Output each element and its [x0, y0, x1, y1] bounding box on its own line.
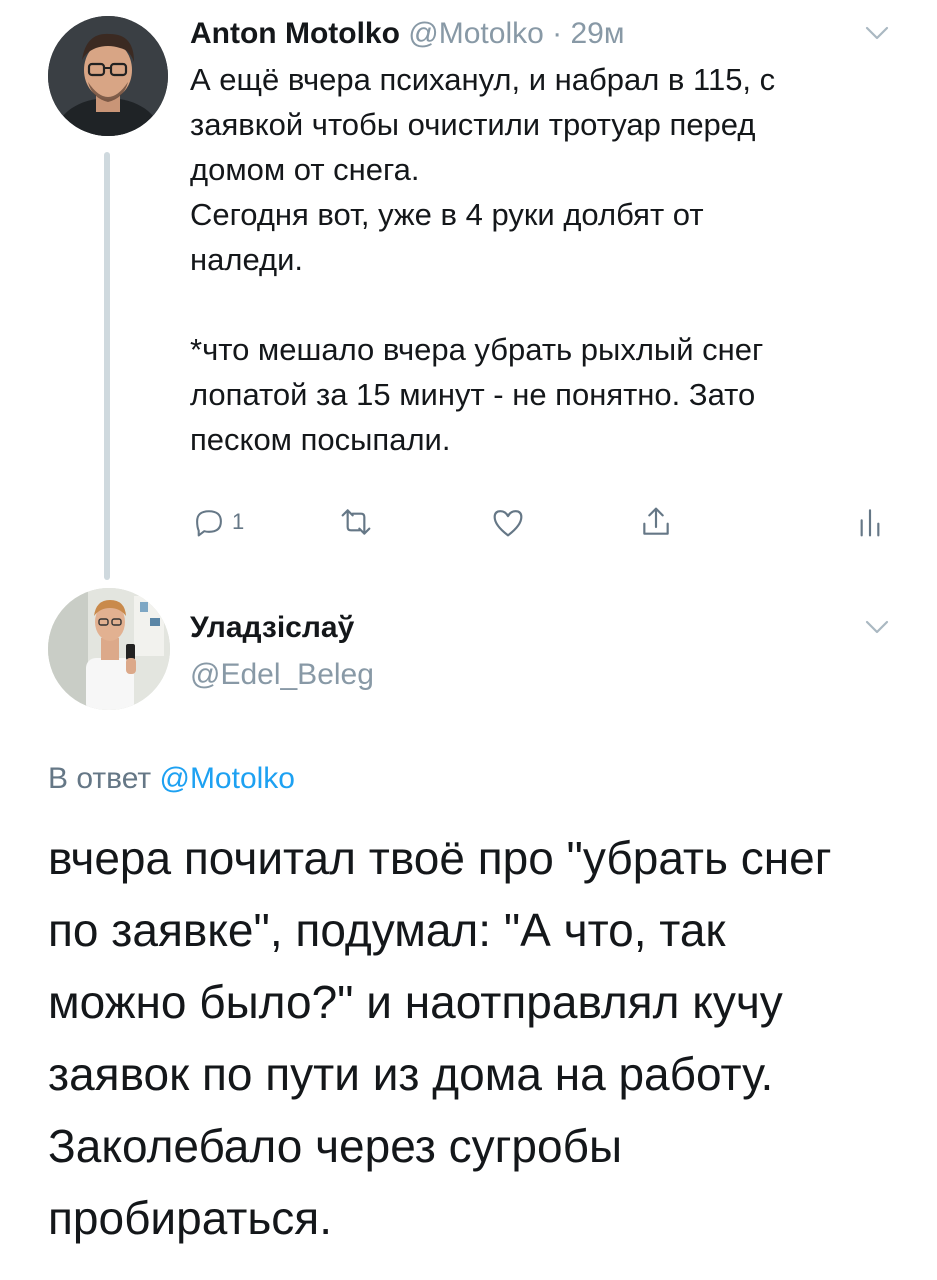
tweet-text-line: Заколебало через сугробы: [48, 1120, 623, 1172]
analytics-icon: [860, 509, 880, 537]
tweet-text-line: заявок по пути из дома на работу.: [48, 1048, 774, 1100]
author-name[interactable]: Уладзіслаў: [190, 608, 354, 648]
tweet-text-line: пробираться.: [48, 1192, 332, 1244]
tweet-text-line: А ещё вчера психанул, и набрал в 115, с: [190, 62, 776, 97]
tweet-text: А ещё вчера психанул, и набрал в 115, с …: [190, 57, 910, 462]
tweet-text-line: по заявке", подумал: "А что, так: [48, 904, 726, 956]
retweet-icon: [341, 509, 371, 535]
tweet-note-line: песком посыпали.: [190, 422, 451, 457]
retweet-button[interactable]: [336, 498, 376, 546]
like-button[interactable]: [488, 498, 528, 546]
tweet-header: Anton Motolko @Motolko · 29м: [190, 14, 624, 54]
tweet-text-line: вчера почитал твоё про "убрать снег: [48, 832, 832, 884]
analytics-button[interactable]: [852, 498, 888, 546]
author-handle-time[interactable]: @Motolko · 29м: [408, 17, 624, 50]
person-photo-icon: [48, 16, 168, 136]
reply-context: В ответ @Motolko: [48, 757, 295, 801]
author-handle[interactable]: @Edel_Beleg: [190, 655, 374, 695]
tweet-text-line: домом от снега.: [190, 152, 420, 187]
tweet-note-line: *что мешало вчера убрать рыхлый снег: [190, 332, 764, 367]
reply-count: 1: [232, 509, 245, 534]
reply-to-label: В ответ: [48, 762, 160, 795]
tweet-original[interactable]: Anton Motolko @Motolko · 29м А ещё вчера…: [0, 0, 937, 590]
person-photo-icon: [48, 588, 170, 710]
chevron-down-icon[interactable]: [862, 18, 892, 48]
tweet-text-line: наледи.: [190, 242, 304, 277]
chevron-down-icon[interactable]: [862, 612, 892, 642]
tweet-text-line: можно было?" и наотправлял кучу: [48, 976, 783, 1028]
avatar-uladzislau[interactable]: [48, 588, 170, 710]
like-icon: [493, 510, 523, 537]
tweet-actions: 1: [190, 498, 890, 546]
reply-to-mention-link[interactable]: @Motolko: [159, 762, 295, 795]
share-icon: [643, 507, 669, 535]
reply-button[interactable]: 1: [190, 498, 244, 546]
tweet-note-line: лопатой за 15 минут - не понятно. Зато: [190, 377, 756, 412]
share-button[interactable]: [636, 498, 676, 546]
tweet-text-line: Сегодня вот, уже в 4 руки долбят от: [190, 197, 704, 232]
tweet-text-line: заявкой чтобы очистили тротуар перед: [190, 107, 756, 142]
thread-connector-line: [104, 152, 110, 580]
author-name[interactable]: Anton Motolko: [190, 17, 400, 50]
avatar-anton-motolko[interactable]: [48, 16, 168, 136]
reply-icon: [196, 510, 222, 537]
tweet-text: вчера почитал твоё про "убрать снег по з…: [48, 822, 908, 1254]
